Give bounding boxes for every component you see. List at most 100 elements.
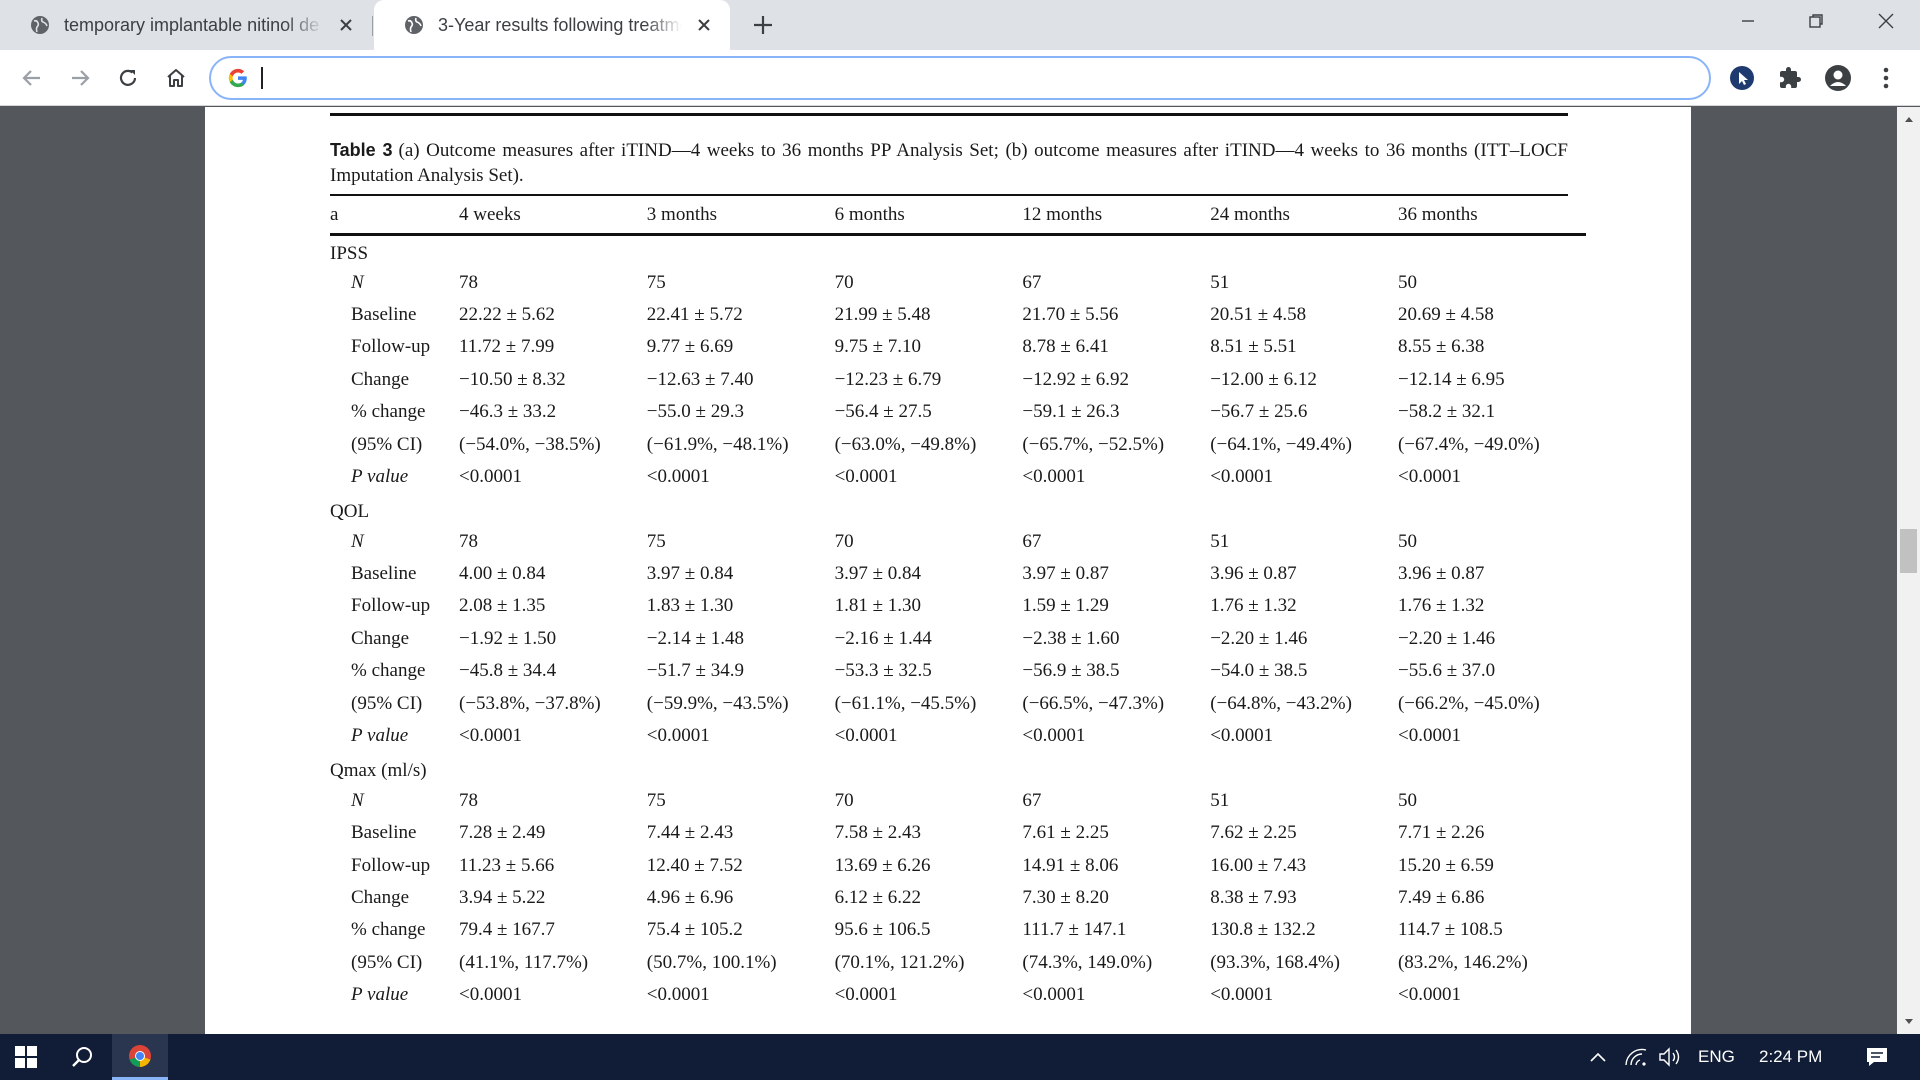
language-indicator[interactable]: ENG [1698,1034,1735,1080]
notification-icon[interactable] [1854,1034,1900,1080]
kebab-menu-icon[interactable] [1872,64,1900,92]
table-row: (95% CI) (41.1%, 117.7%) (50.7%, 100.1%) (7… [330,947,1586,979]
table-cell: 1.83 ± 1.30 [646,595,734,617]
table-row: Baseline 22.22 ± 5.62 22.41 ± 5.72 21.99 ± … [330,299,1586,331]
section-row: QOL [330,493,1586,525]
row-label: Baseline [351,303,417,325]
table-cell: 7.61 ± 2.25 [1022,822,1109,844]
table-header-row: a 4 weeks 3 months 6 months 12 months 24 mont… [330,196,1586,234]
table-cell: −58.2 ± 32.1 [1397,401,1496,423]
tab-strip: temporary implantable nitinol de 3-Year … [0,0,1920,50]
table-cell: <0.0001 [459,725,522,747]
table-cell: 3.94 ± 5.22 [459,887,546,908]
table-row: % change 79.4 ± 167.7 75.4 ± 105.2 95.6 ± 1… [330,914,1586,946]
table-cell: <0.0001 [1210,465,1274,487]
table-cell: <0.0001 [1210,984,1274,1006]
table-cell: −56.4 ± 27.5 [834,401,932,423]
windows-start-icon[interactable] [0,1034,52,1080]
back-arrow-icon[interactable] [16,62,48,94]
table-cell: (74.3%, 149.0%) [1022,951,1153,973]
puzzle-extensions-icon[interactable] [1776,64,1804,92]
cursor-extension-icon[interactable] [1728,64,1756,92]
table-cell: −2.14 ± 1.48 [646,627,744,649]
table-cell: 50 [1397,789,1417,811]
forward-arrow-icon[interactable] [64,62,96,94]
vertical-scrollbar[interactable] [1897,107,1920,1034]
table-cell: (83.2%, 146.2%) [1397,951,1528,973]
table-cell: (93.3%, 168.4%) [1210,951,1340,973]
table-cell: <0.0001 [1397,725,1461,747]
new-tab-plus-icon[interactable] [750,12,776,38]
table-cell: 75 [646,789,666,811]
clock[interactable]: 2:24 PM [1759,1034,1822,1080]
chrome-icon[interactable] [112,1034,168,1080]
table-cell: (−63.0%, −49.8%) [834,433,977,455]
tab-inactive[interactable]: temporary implantable nitinol de [0,0,372,50]
table-cell: 8.51 ± 5.51 [1210,336,1297,358]
browser-toolbar [0,50,1920,106]
table-cell: (−59.9%, −43.5%) [646,692,789,714]
row-label: Baseline [351,822,417,844]
search-icon[interactable] [58,1034,106,1080]
table-cell: −2.16 ± 1.44 [834,627,932,649]
table-cell: −55.6 ± 37.0 [1397,660,1496,682]
table-3: Table 3 (a) Outcome measures after iTIND—… [330,113,1586,1011]
table-cell: 7.58 ± 2.43 [834,822,922,844]
address-input[interactable] [261,63,1661,93]
table-row: (95% CI) (−54.0%, −38.5%) (−61.9%, −48.1%)… [330,428,1586,460]
reload-icon[interactable] [112,62,144,94]
table-row: Baseline 4.00 ± 0.84 3.97 ± 0.84 3.97 ± 0.8… [330,558,1586,590]
table-row: Change −10.50 ± 8.32 −12.63 ± 7.40 −12.23 ±… [330,364,1586,396]
table-cell: 22.41 ± 5.72 [646,303,743,325]
scrollbar-thumb[interactable] [1900,529,1917,573]
row-label: Change [351,887,410,908]
table-row: Follow-up 2.08 ± 1.35 1.83 ± 1.30 1.81 ± 1.… [330,590,1586,622]
scroll-up-arrow-icon[interactable] [1897,111,1920,127]
table-cell: 75.4 ± 105.2 [646,919,743,941]
table-cell: −2.20 ± 1.46 [1210,627,1308,649]
table-row: N 78 75 70 67 51 50 [330,266,1586,298]
column-header: 24 months [1210,204,1290,226]
row-label: (95% CI) [351,433,423,455]
wifi-icon[interactable] [1622,1034,1650,1080]
profile-icon[interactable] [1824,64,1852,92]
table-row: Follow-up 11.23 ± 5.66 12.40 ± 7.52 13.69 ±… [330,849,1586,881]
section-title: IPSS [330,242,369,264]
table-caption-text: (a) Outcome measures after iTIND—4 weeks… [330,140,1568,186]
volume-icon[interactable] [1656,1034,1684,1080]
table-cell: (41.1%, 117.7%) [459,951,589,973]
table-cell: <0.0001 [459,465,522,487]
tab-active[interactable]: 3-Year results following treatmen [374,0,730,50]
table-body: IPSS N 78 75 70 67 51 50 Baseline 22.22 ± 5.62 22.… [330,234,1586,1011]
table-cell: 7.62 ± 2.25 [1210,822,1297,844]
chevron-up-icon[interactable] [1586,1034,1610,1080]
table-cell: 1.76 ± 1.32 [1210,595,1297,617]
restore-icon[interactable] [1786,0,1846,42]
tab-close-icon[interactable] [334,13,358,37]
section-title: Qmax (ml/s) [330,760,427,782]
column-header-part: a [330,204,339,226]
column-header: 12 months [1022,204,1103,226]
table-row: (95% CI) (−53.8%, −37.8%) (−59.9%, −43.5%)… [330,687,1586,719]
home-icon[interactable] [160,62,192,94]
table-cell: 1.76 ± 1.32 [1397,595,1485,617]
table-cell: 50 [1397,530,1417,552]
table-cell: −55.0 ± 29.3 [646,401,744,423]
table-cell: 20.69 ± 4.58 [1397,303,1494,325]
scroll-down-arrow-icon[interactable] [1897,1014,1920,1030]
table-cell: 67 [1022,789,1042,811]
table-cell: 4.00 ± 0.84 [459,563,546,585]
minimize-icon[interactable] [1718,0,1778,42]
row-label: P value [351,984,409,1006]
table-top-rule [330,113,1568,116]
address-bar[interactable] [209,56,1711,100]
table-cell: 22.22 ± 5.62 [459,303,555,325]
table-cell: <0.0001 [834,725,898,747]
close-window-icon[interactable] [1856,0,1916,42]
table-cell: 75 [646,530,666,552]
tab-close-icon[interactable] [692,13,716,37]
row-label: N [351,271,364,293]
table-cell: 12.40 ± 7.52 [646,854,743,876]
column-header: 4 weeks [459,204,521,226]
table-cell: (−67.4%, −49.0%) [1397,433,1540,455]
